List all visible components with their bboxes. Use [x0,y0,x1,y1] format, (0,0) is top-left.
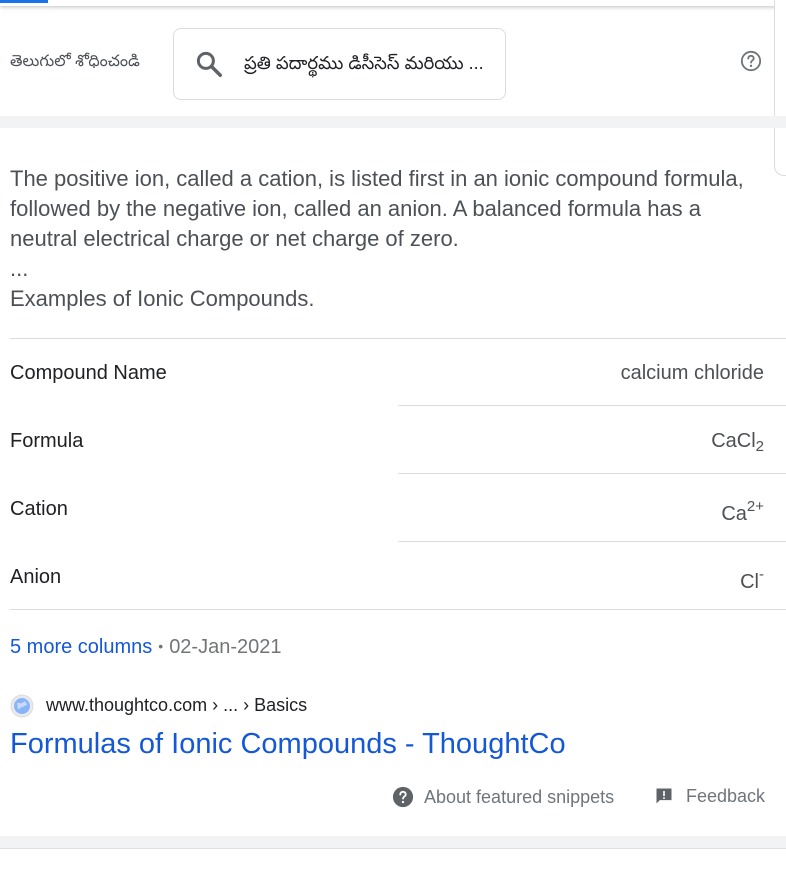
table-value: calcium chloride [620,362,764,384]
snippet-subheading: Examples of Ionic Compounds. [10,286,315,311]
about-label: About featured snippets [424,787,615,807]
translate-search-row: తెలుగులో శోధించండి ప్రతి పదార్థము డిసీసె… [0,10,786,116]
feedback-label: Feedback [686,786,766,806]
search-query-text: ప్రతి పదార్థము డిసీసెస్ మరియు ... [244,53,484,73]
snippet-text-block: The positive ion, called a cation, is li… [10,164,750,314]
table-key: Cation [10,498,68,520]
translated-search-box[interactable]: ప్రతి పదార్థము డిసీసెస్ మరియు ... [173,28,506,100]
snippet-ellipsis: ... [10,256,29,281]
anion-main: Cl [740,571,759,593]
snippet-footer: About featured snippets Feedback [0,786,786,812]
table-value: Cl- [740,566,764,594]
separator-dot: • [158,638,164,654]
help-icon[interactable] [740,50,762,72]
table-key: Compound Name [10,362,167,384]
globe-icon [10,694,34,718]
top-bar [0,0,786,6]
table-key: Formula [10,430,84,452]
result-title-link[interactable]: Formulas of Ionic Compounds - ThoughtCo [10,728,566,761]
table-value: Ca2+ [721,498,764,526]
feedback-icon [656,788,672,804]
table-row: Cation Ca2+ [10,474,786,542]
active-tab-indicator [0,0,48,3]
about-featured-snippets[interactable]: About featured snippets [392,786,614,808]
table-bottom-divider [10,609,786,610]
table-value: CaCl2 [711,430,764,455]
formula-subscript: 2 [755,438,764,455]
section-divider-band [0,116,786,128]
cation-charge: 2+ [746,498,764,515]
table-row: Formula CaCl2 [10,406,786,474]
compound-table: Compound Name calcium chloride Formula C… [10,338,786,610]
feedback-button[interactable]: Feedback [654,786,765,807]
snippet-date: 02-Jan-2021 [169,636,282,658]
search-icon [196,51,222,77]
table-top-divider [10,338,786,339]
cation-main: Ca [721,503,747,525]
formula-main: CaCl [711,430,756,452]
question-circle-icon [392,786,414,808]
next-card-edge [0,848,786,871]
anion-charge: - [759,566,764,583]
search-language-label: తెలుగులో శోధించండి [10,53,140,70]
snippet-paragraph: The positive ion, called a cation, is li… [10,166,744,251]
table-row: Compound Name calcium chloride [10,338,786,406]
more-columns-link[interactable]: 5 more columns [10,636,152,658]
table-row: Anion Cl- [10,542,786,610]
source-breadcrumb: www.thoughtco.com › ... › Basics [46,695,308,715]
more-columns-row: 5 more columns • 02-Jan-2021 [10,636,282,659]
table-key: Anion [10,566,62,588]
